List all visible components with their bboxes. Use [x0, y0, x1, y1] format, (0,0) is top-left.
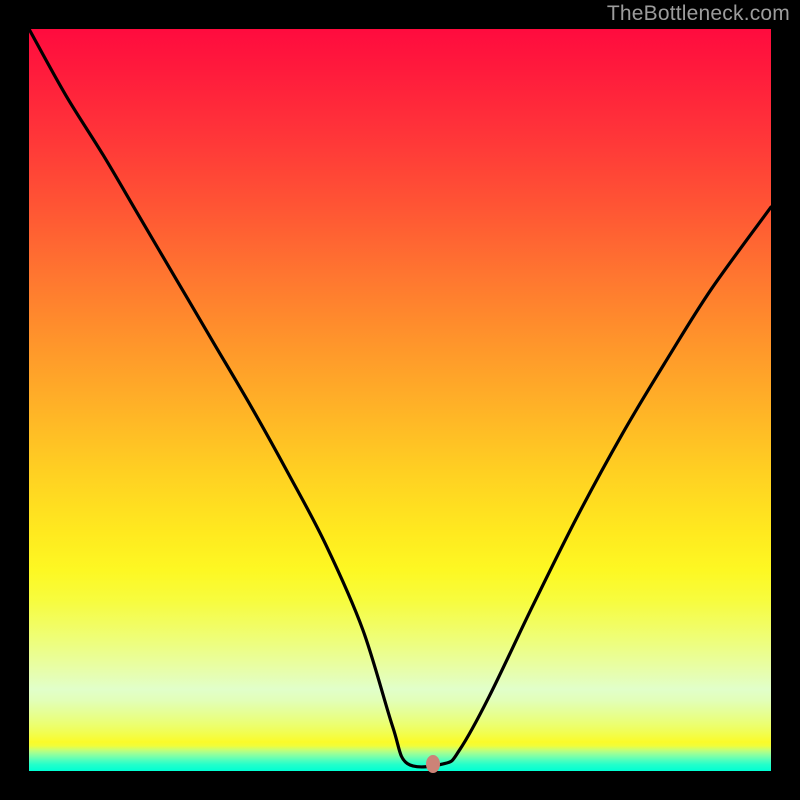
chart-frame: TheBottleneck.com — [0, 0, 800, 800]
bottleneck-curve — [29, 29, 771, 771]
plot-area — [29, 29, 771, 771]
optimal-point-marker — [426, 755, 440, 773]
curve-path — [29, 29, 771, 767]
watermark-text: TheBottleneck.com — [607, 2, 790, 26]
